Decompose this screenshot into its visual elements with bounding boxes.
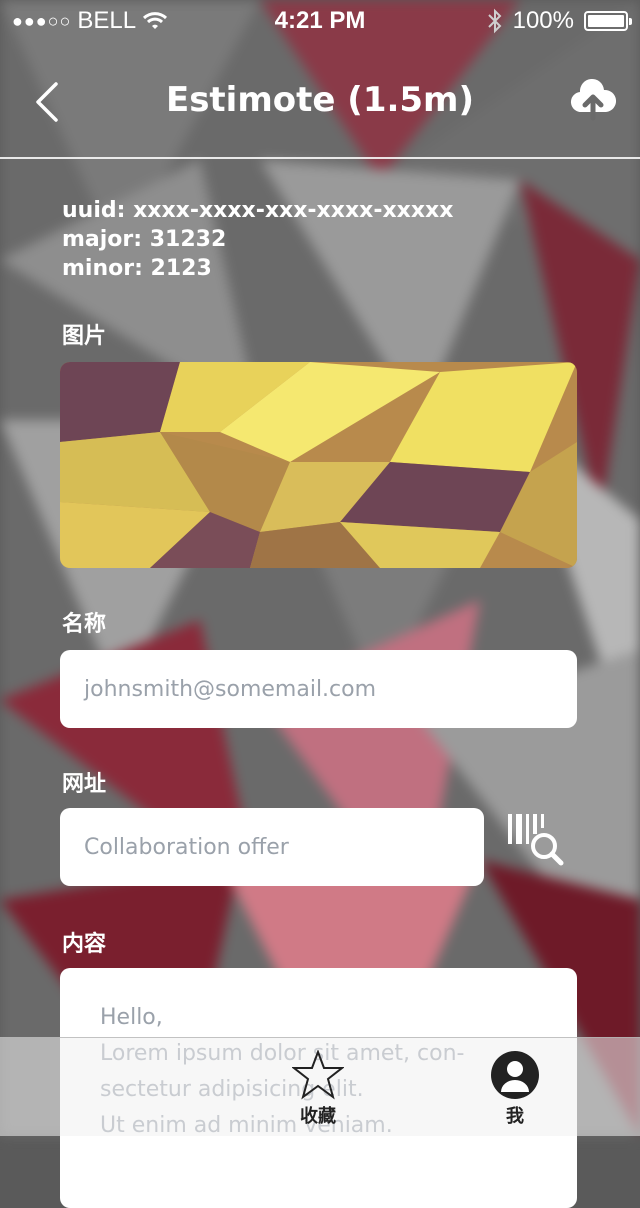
beacon-minor: minor: 2123	[62, 256, 212, 281]
beacon-info: uuid: xxxx-xxxx-xxx-xxxx-xxxxx major: 31…	[62, 196, 453, 283]
name-section-label: 名称	[62, 612, 107, 637]
cloud-upload-icon[interactable]	[570, 78, 616, 124]
status-bar: ●●●○○ BELL 4:21 PM 100%	[0, 0, 640, 40]
tab-bar: 收藏 我	[0, 1037, 640, 1136]
beacon-major: major: 31232	[62, 227, 227, 252]
tab-favorites[interactable]: 收藏	[258, 1050, 378, 1128]
beacon-image[interactable]	[60, 362, 577, 568]
battery-level-fill	[588, 15, 624, 27]
user-avatar-icon	[491, 1051, 539, 1099]
image-section-label: 图片	[62, 324, 107, 349]
name-input[interactable]: johnsmith@somemail.com	[60, 650, 577, 728]
page-title: Estimote (1.5m)	[165, 80, 475, 120]
tab-favorites-label: 收藏	[300, 1106, 336, 1127]
star-icon	[292, 1050, 344, 1100]
beacon-detail-form: uuid: xxxx-xxxx-xxx-xxxx-xxxxx major: 31…	[0, 160, 640, 1208]
bluetooth-icon	[487, 8, 502, 34]
navigation-bar: Estimote (1.5m)	[0, 40, 640, 159]
battery-percentage: 100%	[512, 7, 574, 34]
url-input[interactable]: Collaboration offer	[60, 808, 484, 886]
content-section-label: 内容	[62, 932, 107, 957]
battery-icon	[584, 11, 632, 31]
url-section-label: 网址	[62, 772, 107, 797]
tab-me[interactable]: 我	[455, 1050, 575, 1128]
beacon-uuid: uuid: xxxx-xxxx-xxx-xxxx-xxxxx	[62, 198, 454, 223]
tab-me-label: 我	[506, 1106, 524, 1127]
